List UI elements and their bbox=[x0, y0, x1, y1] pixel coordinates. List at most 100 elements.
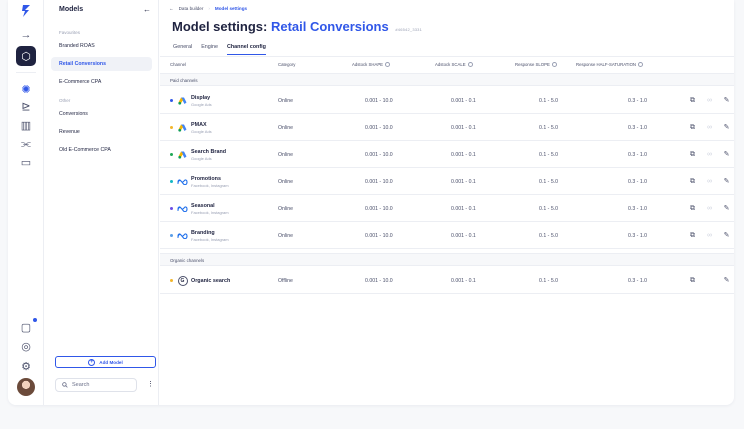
breadcrumb: ← Data builder › Model settings bbox=[169, 6, 247, 11]
edit-pencil-icon[interactable]: ✎ bbox=[722, 276, 731, 285]
table-row[interactable]: PMAX Google Ads Online 0.001 - 10.0 0.001 - … bbox=[160, 114, 734, 141]
model-item[interactable]: Conversions bbox=[51, 107, 152, 121]
breadcrumb-current: Model settings bbox=[214, 6, 248, 11]
category-cell: Online bbox=[278, 98, 293, 104]
buildings-icon[interactable]: ▥ bbox=[16, 115, 36, 135]
copy-icon[interactable]: ⧉ bbox=[688, 123, 697, 132]
header-slope: Response SLOPE bbox=[515, 62, 558, 67]
link-icon[interactable]: ∞ bbox=[705, 177, 714, 186]
tab-bar: General Engine Channel config bbox=[173, 44, 266, 55]
copy-icon[interactable]: ⧉ bbox=[688, 204, 697, 213]
half-saturation-cell: 0.3 - 1.0 bbox=[628, 233, 648, 239]
tab-general[interactable]: General bbox=[173, 44, 192, 55]
channel-color-dot bbox=[170, 153, 173, 156]
sliders-icon[interactable]: ⫘ bbox=[16, 134, 36, 154]
model-item[interactable]: Branded ROAS bbox=[51, 39, 152, 53]
table-row[interactable]: Seasonal Facebook, Instagram Online 0.001 -… bbox=[160, 195, 734, 222]
header-slope-label: Response SLOPE bbox=[515, 62, 550, 67]
half-saturation-cell: 0.3 - 1.0 bbox=[628, 179, 648, 185]
model-item[interactable]: Old E-Commerce CPA bbox=[51, 143, 152, 157]
channel-logo bbox=[177, 122, 188, 133]
copy-icon[interactable]: ⧉ bbox=[688, 96, 697, 105]
search-placeholder: Search bbox=[72, 382, 90, 388]
table-row[interactable]: G Organic search Offline 0.001 - 10.0 0.001 … bbox=[160, 267, 734, 294]
edit-pencil-icon[interactable]: ✎ bbox=[722, 96, 731, 105]
channel-name: Seasonal bbox=[191, 203, 215, 209]
breadcrumb-separator: › bbox=[208, 6, 210, 11]
flow-icon[interactable]: ⊵ bbox=[16, 96, 36, 116]
edit-pencil-icon[interactable]: ✎ bbox=[722, 231, 731, 240]
monitor-icon[interactable]: ▭ bbox=[16, 152, 36, 172]
info-icon[interactable] bbox=[467, 62, 473, 67]
table-row[interactable]: Search Brand Google Ads Online 0.001 - 10.0… bbox=[160, 141, 734, 168]
copy-icon[interactable]: ⧉ bbox=[688, 177, 697, 186]
header-category: Category bbox=[278, 62, 296, 67]
help-icon[interactable]: ◎ bbox=[16, 336, 36, 356]
link-icon[interactable]: ∞ bbox=[705, 96, 714, 105]
link-icon[interactable]: ∞ bbox=[705, 150, 714, 159]
notification-badge bbox=[32, 317, 38, 323]
rail-divider bbox=[16, 72, 36, 73]
chat-icon[interactable]: ▢ bbox=[16, 317, 38, 337]
model-item[interactable]: Revenue bbox=[51, 125, 152, 139]
response-slope-cell: 0.1 - 5.0 bbox=[539, 233, 559, 239]
search-input[interactable]: Search bbox=[55, 378, 137, 392]
info-icon[interactable] bbox=[385, 62, 391, 67]
page-title: Model settings: Retail Conversions #4654… bbox=[172, 19, 422, 34]
google-ads-logo-icon bbox=[178, 151, 187, 159]
model-item-active[interactable]: Retail Conversions bbox=[51, 57, 152, 71]
header-half-label: Response HALF-SATURATION bbox=[576, 62, 637, 67]
link-icon[interactable]: ∞ bbox=[705, 231, 714, 240]
model-id: #46542_3331 bbox=[395, 27, 423, 32]
settings-icon[interactable]: ⚙ bbox=[16, 356, 36, 376]
add-model-button[interactable]: + Add Model bbox=[55, 356, 156, 368]
back-arrow-icon[interactable]: ← bbox=[169, 6, 174, 11]
search-icon bbox=[62, 382, 68, 388]
info-icon[interactable] bbox=[552, 62, 558, 67]
table-row[interactable]: Branding Facebook, Instagram Online 0.001 -… bbox=[160, 222, 734, 249]
link-icon[interactable]: ∞ bbox=[705, 204, 714, 213]
breadcrumb-back[interactable]: Data builder bbox=[179, 6, 204, 11]
adstock-scale-cell: 0.001 - 0.1 bbox=[451, 152, 476, 158]
edit-pencil-icon[interactable]: ✎ bbox=[722, 123, 731, 132]
organic-search-icon: G bbox=[177, 275, 188, 286]
copy-icon[interactable]: ⧉ bbox=[688, 276, 697, 285]
meta-logo-icon bbox=[177, 232, 188, 239]
header-shape-label: Adstock SHAPE bbox=[352, 62, 384, 67]
more-options-icon[interactable]: ⋮ bbox=[147, 380, 154, 388]
table-row[interactable]: Promotions Facebook, Instagram Online 0.001… bbox=[160, 168, 734, 195]
channel-logo bbox=[177, 176, 188, 187]
copy-icon[interactable]: ⧉ bbox=[688, 231, 697, 240]
adstock-scale-cell: 0.001 - 0.1 bbox=[451, 278, 476, 284]
expand-arrow-icon[interactable]: → bbox=[16, 25, 36, 45]
plus-icon: + bbox=[88, 358, 96, 366]
model-item[interactable]: E-Commerce CPA bbox=[51, 75, 152, 89]
title-prefix: Model settings: bbox=[172, 19, 268, 34]
tab-engine[interactable]: Engine bbox=[201, 44, 218, 55]
adstock-scale-cell: 0.001 - 0.1 bbox=[451, 233, 476, 239]
header-scale: Adstock SCALE bbox=[435, 62, 473, 67]
adstock-scale-cell: 0.001 - 0.1 bbox=[451, 179, 476, 185]
group-paid-channels: Paid channels bbox=[160, 73, 734, 86]
link-icon[interactable]: ∞ bbox=[705, 123, 714, 132]
category-cell: Online bbox=[278, 152, 293, 158]
edit-pencil-icon[interactable]: ✎ bbox=[722, 204, 731, 213]
edit-pencil-icon[interactable]: ✎ bbox=[722, 177, 731, 186]
channel-logo bbox=[177, 203, 188, 214]
edit-pencil-icon[interactable]: ✎ bbox=[722, 150, 731, 159]
avatar[interactable] bbox=[17, 378, 35, 396]
copy-icon[interactable]: ⧉ bbox=[688, 150, 697, 159]
channel-source: Google Ads bbox=[191, 129, 212, 134]
half-saturation-cell: 0.3 - 1.0 bbox=[628, 98, 648, 104]
response-slope-cell: 0.1 - 5.0 bbox=[539, 98, 559, 104]
info-icon[interactable] bbox=[638, 62, 644, 67]
collapse-arrow-icon[interactable]: ← bbox=[143, 5, 151, 14]
channel-name: Search Brand bbox=[191, 149, 227, 155]
brand-logo-icon[interactable] bbox=[20, 5, 32, 17]
other-label: Other bbox=[59, 98, 71, 103]
table-row[interactable]: Display Google Ads Online 0.001 - 10.0 0.001… bbox=[160, 87, 734, 114]
tab-channel-config[interactable]: Channel config bbox=[226, 44, 266, 55]
adstock-shape-cell: 0.001 - 10.0 bbox=[365, 278, 393, 284]
models-icon[interactable]: ⬡ bbox=[16, 46, 36, 66]
channel-name: PMAX bbox=[191, 122, 207, 128]
